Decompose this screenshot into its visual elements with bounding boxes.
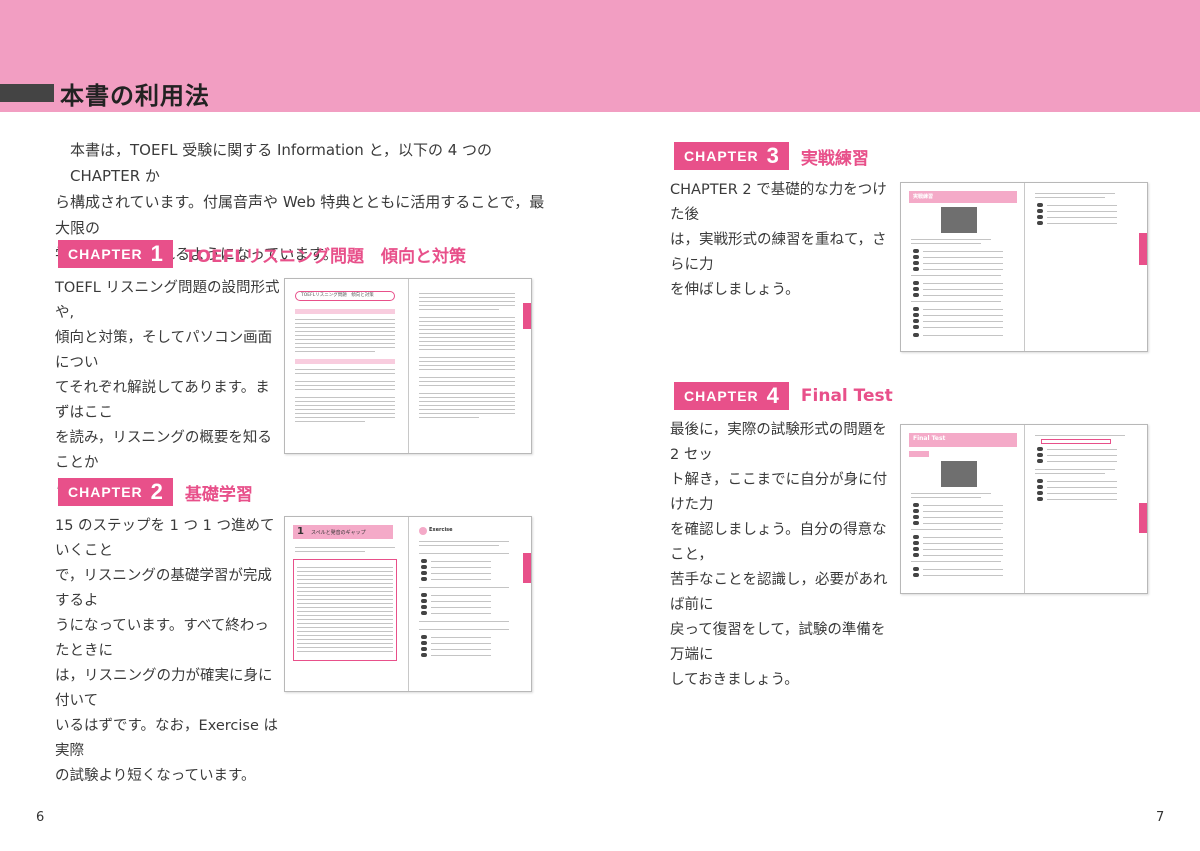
page-number-right: 7 [1156,810,1165,825]
thumb-step-title: スペルと発音のギャップ [311,530,366,536]
chapter-4-spread-thumbnail: Final Test [900,424,1148,594]
chapter-2-heading: CHAPTER 2 基礎学習 [58,478,253,506]
thumb-step-number: 1 [297,526,304,537]
chapter-3-heading: CHAPTER 3 実戦練習 [674,142,869,170]
thumb-header-text: TOEFLリスニング問題 傾向と対策 [301,293,374,298]
chapter-badge: CHAPTER 4 [674,382,789,410]
chapter-3-spread-thumbnail: 実戦練習 [900,182,1148,352]
thumb-exercise-label: Exercise [429,527,453,533]
chapter-title: TOEFLリスニング問題 傾向と対策 [184,246,467,267]
chapter-4-heading: CHAPTER 4 Final Test [674,382,893,410]
chapter-1-description: TOEFL リスニング問題の設問形式や, 傾向と対策，そしてパソコン画面につい … [55,280,280,496]
chapter-1-spread-thumbnail: TOEFLリスニング問題 傾向と対策 [284,278,532,454]
chapter-title: 基礎学習 [184,484,253,505]
chapter-4-description: 最後に，実際の試験形式の問題を 2 セッ ト解き，ここまでに自分が身に付けた力 … [670,422,888,688]
intro-line: ら構成されています。付属音声や Web 特典とともに活用することで，最大限の [55,193,545,237]
chapter-badge: CHAPTER 1 [58,240,173,268]
thumb-badge: 実戦練習 [913,194,934,200]
chapter-title: 実戦練習 [800,148,869,169]
intro-line: 本書は，TOEFL 受験に関する Information と，以下の 4 つの … [70,141,493,185]
chapter-title: Final Test [800,386,893,406]
page-number-left: 6 [36,810,45,825]
thumb-badge: Final Test [913,435,946,442]
chapter-1-heading: CHAPTER 1 TOEFLリスニング問題 傾向と対策 [58,240,466,268]
chapter-badge: CHAPTER 3 [674,142,789,170]
header-bar [0,84,54,102]
chapter-2-spread-thumbnail: 1 スペルと発音のギャップ Exercise [284,516,532,692]
page-title: 本書の利用法 [60,82,210,110]
chapter-2-description: 15 のステップを 1 つ 1 つ進めていくこと で，リスニングの基礎学習が完成… [55,518,278,784]
chapter-badge: CHAPTER 2 [58,478,173,506]
chapter-3-description: CHAPTER 2 で基礎的な力をつけた後 は，実戦形式の練習を重ねて，さらに力… [670,182,887,298]
